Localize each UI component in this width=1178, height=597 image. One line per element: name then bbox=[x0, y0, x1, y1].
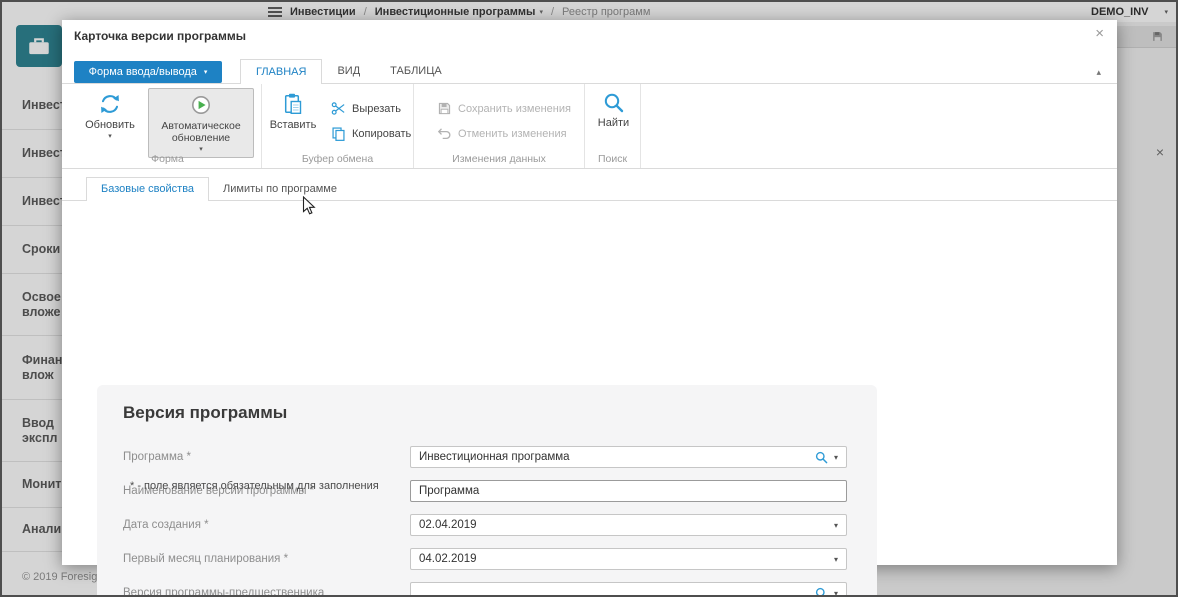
search-icon[interactable] bbox=[815, 451, 828, 464]
ribbon-collapse-icon[interactable]: ▴ bbox=[1096, 67, 1101, 78]
chevron-down-icon[interactable]: ▾ bbox=[828, 521, 846, 530]
paste-button[interactable]: Вставить bbox=[268, 88, 318, 135]
modal-program-version-card: Карточка версии программы × Форма ввода/… bbox=[62, 20, 1117, 565]
creation-date-value: 02.04.2019 bbox=[411, 519, 828, 531]
changes-small-buttons: Сохранить изменения Отменить изменения bbox=[432, 96, 576, 146]
first-month-picker[interactable]: 04.02.2019 ▾ bbox=[410, 548, 847, 570]
paste-icon bbox=[281, 92, 305, 116]
search-icon[interactable] bbox=[815, 587, 828, 597]
cut-label: Вырезать bbox=[352, 103, 401, 115]
group-label-clipboard: Буфер обмена bbox=[262, 153, 413, 165]
paste-label: Вставить bbox=[270, 119, 317, 131]
first-month-value: 04.02.2019 bbox=[411, 553, 828, 565]
refresh-icon bbox=[98, 92, 122, 116]
form-row: Первый месяц планирования * 04.02.2019 ▾ bbox=[97, 548, 877, 570]
predecessor-lookup[interactable]: ▾ bbox=[410, 582, 847, 597]
form-row: Дата создания * 02.04.2019 ▾ bbox=[97, 514, 877, 536]
screen: Инвестиции / Инвестиционные программы ▾ … bbox=[0, 0, 1178, 597]
copy-icon bbox=[331, 126, 346, 141]
group-label-changes: Изменения данных bbox=[414, 153, 584, 165]
modal-title: Карточка версии программы bbox=[74, 29, 246, 43]
program-value: Инвестиционная программа bbox=[411, 451, 815, 463]
ribbon-tabs: ГЛАВНАЯ ВИД ТАБЛИЦА bbox=[240, 59, 457, 83]
find-label: Найти bbox=[598, 117, 629, 129]
page-tabs: Базовые свойства Лимиты по программе bbox=[62, 178, 1117, 201]
field-label-first-month: Первый месяц планирования * bbox=[123, 548, 403, 570]
form-row: Программа * Инвестиционная программа ▾ bbox=[97, 446, 877, 468]
copy-label: Копировать bbox=[352, 128, 411, 140]
auto-refresh-button[interactable]: Автоматическое обновление ▾ bbox=[148, 88, 254, 158]
chevron-down-icon[interactable]: ▾ bbox=[828, 555, 846, 564]
chevron-down-icon[interactable]: ▾ bbox=[828, 453, 846, 462]
refresh-label: Обновить bbox=[85, 119, 135, 131]
ribbon-tab-view[interactable]: ВИД bbox=[322, 60, 375, 83]
field-label-creation-date: Дата создания * bbox=[123, 514, 403, 536]
auto-refresh-label: Автоматическое обновление bbox=[151, 120, 251, 144]
ribbon-group-changes: Сохранить изменения Отменить изменения И… bbox=[414, 84, 585, 168]
ribbon-tab-main[interactable]: ГЛАВНАЯ bbox=[240, 59, 322, 84]
ribbon-tab-table[interactable]: ТАБЛИЦА bbox=[375, 60, 457, 83]
undo-icon bbox=[437, 126, 452, 141]
refresh-button[interactable]: Обновить ▾ bbox=[80, 88, 140, 144]
tab-program-limits[interactable]: Лимиты по программе bbox=[209, 178, 351, 200]
creation-date-picker[interactable]: 02.04.2019 ▾ bbox=[410, 514, 847, 536]
ribbon-group-form: Обновить ▾ Автоматическое обновление ▾ Ф… bbox=[74, 84, 262, 168]
scissors-icon bbox=[331, 101, 346, 116]
save-changes-label: Сохранить изменения bbox=[458, 103, 571, 115]
copy-button[interactable]: Копировать bbox=[326, 121, 416, 146]
group-label-form: Форма bbox=[74, 153, 261, 165]
tab-basic-properties[interactable]: Базовые свойства bbox=[86, 177, 209, 201]
search-icon bbox=[603, 92, 625, 114]
field-label-program: Программа * bbox=[123, 446, 403, 468]
form-io-menu-label: Форма ввода/вывода bbox=[89, 66, 197, 78]
close-icon[interactable]: × bbox=[1095, 25, 1104, 42]
clipboard-small-buttons: Вырезать Копировать bbox=[326, 96, 416, 146]
auto-refresh-icon bbox=[189, 93, 213, 117]
cut-button[interactable]: Вырезать bbox=[326, 96, 416, 121]
chevron-down-icon[interactable]: ▾ bbox=[108, 134, 112, 140]
chevron-down-icon: ▾ bbox=[204, 68, 208, 76]
ribbon-tab-row: Форма ввода/вывода ▾ ГЛАВНАЯ ВИД ТАБЛИЦА… bbox=[62, 60, 1117, 84]
chevron-down-icon[interactable]: ▾ bbox=[828, 589, 846, 597]
undo-changes-label: Отменить изменения bbox=[458, 128, 567, 140]
modal-content: Версия программы Программа * Инвестицион… bbox=[62, 201, 1117, 565]
save-icon bbox=[437, 101, 452, 116]
field-label-predecessor: Версия программы-предшественника bbox=[123, 582, 403, 597]
group-label-search: Поиск bbox=[585, 153, 640, 165]
save-changes-button[interactable]: Сохранить изменения bbox=[432, 96, 576, 121]
find-button[interactable]: Найти bbox=[593, 88, 634, 133]
form-io-menu-button[interactable]: Форма ввода/вывода ▾ bbox=[74, 61, 222, 83]
form-heading: Версия программы bbox=[123, 403, 287, 423]
ribbon-toolbar: Обновить ▾ Автоматическое обновление ▾ Ф… bbox=[62, 84, 1117, 169]
program-lookup[interactable]: Инвестиционная программа ▾ bbox=[410, 446, 847, 468]
ribbon-group-search: Найти Поиск bbox=[585, 84, 641, 168]
ribbon-group-clipboard: Вставить Вырезать bbox=[262, 84, 414, 168]
form-row: Версия программы-предшественника ▾ bbox=[97, 582, 877, 597]
required-footnote: * - поле является обязательным для запол… bbox=[130, 480, 379, 492]
undo-changes-button[interactable]: Отменить изменения bbox=[432, 121, 576, 146]
version-name-input[interactable] bbox=[410, 480, 847, 502]
